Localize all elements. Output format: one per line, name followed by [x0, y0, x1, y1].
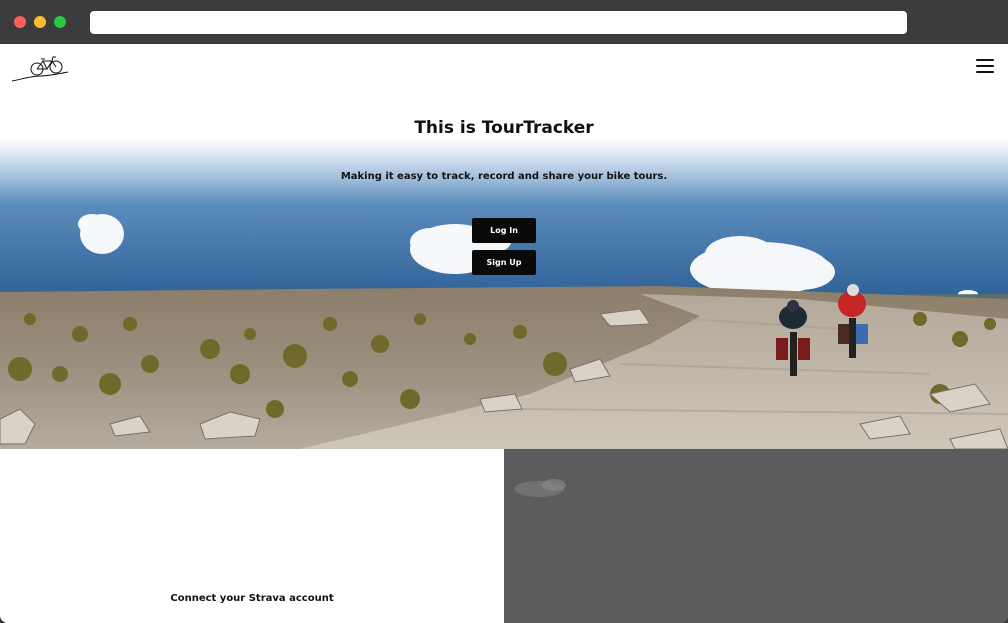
hero-section: This is TourTracker Making it easy to tr… — [0, 94, 1008, 449]
strava-feature-caption: Connect your Strava account — [170, 593, 334, 604]
address-bar[interactable] — [90, 11, 907, 34]
hamburger-menu-icon[interactable] — [974, 57, 996, 75]
browser-chrome — [0, 0, 1008, 44]
web-page: This is TourTracker Making it easy to tr… — [0, 44, 1008, 623]
navbar — [0, 44, 1008, 94]
bicycle-logo-icon[interactable] — [10, 52, 70, 84]
signup-button[interactable]: Sign Up — [472, 250, 536, 275]
hero-subtitle: Making it easy to track, record and shar… — [340, 171, 668, 182]
minimize-window-icon[interactable] — [34, 16, 46, 28]
login-button[interactable]: Log In — [472, 218, 536, 243]
strava-feature-section: Connect your Strava account — [0, 449, 504, 623]
grayscale-background-image — [504, 449, 1008, 623]
hero-fade-overlay — [0, 94, 1008, 204]
maximize-window-icon[interactable] — [54, 16, 66, 28]
close-window-icon[interactable] — [14, 16, 26, 28]
feature-image-panel — [504, 449, 1008, 623]
page-title: This is TourTracker — [414, 118, 594, 138]
